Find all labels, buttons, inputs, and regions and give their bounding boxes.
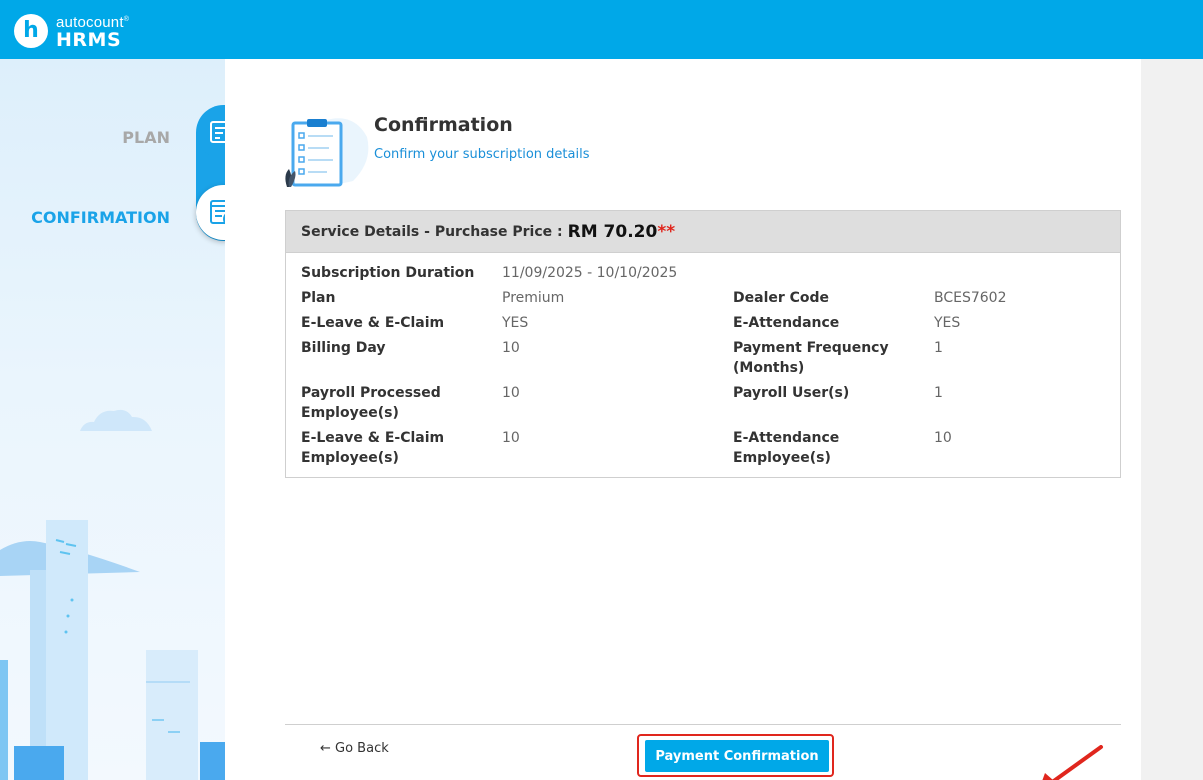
label-billing-day: Billing Day	[301, 340, 386, 356]
logo-name-bottom: HRMS	[56, 29, 122, 51]
label-eleave-employees-line2: Employee(s)	[301, 450, 399, 466]
purchase-price: RM 70.20	[567, 221, 658, 242]
red-pointer-arrow-icon	[1042, 745, 1103, 780]
label-eleave-eclaim: E-Leave & E-Claim	[301, 315, 445, 331]
value-dealer-code: BCES7602	[934, 290, 1007, 306]
value-eattendance-employees: 10	[934, 430, 952, 446]
main-panel: Confirmation Confirm your subscription d…	[225, 59, 1141, 780]
go-back-link[interactable]: ← Go Back	[320, 741, 389, 756]
label-payroll-employees-line1: Payroll Processed	[301, 385, 441, 401]
logo-h-icon: h	[14, 14, 48, 48]
label-payroll-users: Payroll User(s)	[733, 385, 850, 401]
value-eattendance: YES	[934, 315, 961, 331]
checklist-check-icon	[209, 199, 225, 225]
footer-divider	[285, 724, 1121, 725]
label-payment-frequency-line1: Payment Frequency	[733, 340, 889, 356]
logo-text: autocount® HRMS	[56, 12, 129, 50]
value-plan: Premium	[502, 290, 565, 306]
logo-trademark: ®	[123, 16, 130, 23]
payment-confirmation-button[interactable]: Payment Confirmation	[645, 740, 829, 772]
page-title: Confirmation	[374, 114, 513, 136]
step-label-confirmation: CONFIRMATION	[31, 208, 170, 227]
value-payment-frequency: 1	[934, 340, 943, 356]
cloud-decoration	[80, 409, 152, 431]
service-details-header: Service Details - Purchase Price : RM 70…	[286, 211, 1120, 253]
page-subtitle: Confirm your subscription details	[374, 147, 590, 162]
label-eattendance-employees-line1: E-Attendance	[733, 430, 840, 446]
clipboard-checklist-illustration	[285, 118, 369, 187]
label-payroll-employees-line2: Employee(s)	[301, 405, 399, 421]
label-subscription-duration: Subscription Duration	[301, 265, 475, 281]
label-eattendance: E-Attendance	[733, 315, 840, 331]
label-plan: Plan	[301, 290, 336, 306]
service-details-heading: Service Details - Purchase Price :	[301, 223, 563, 240]
value-eleave-employees: 10	[502, 430, 520, 446]
autocount-hrms-logo[interactable]: h autocount® HRMS	[14, 12, 129, 50]
step-label-plan[interactable]: PLAN	[122, 128, 170, 147]
city-skyline-illustration	[0, 520, 225, 780]
value-billing-day: 10	[502, 340, 520, 356]
price-footnote-marker: **	[657, 221, 676, 242]
edit-form-icon	[210, 121, 225, 143]
top-header: h autocount® HRMS	[0, 0, 1203, 59]
value-payroll-employees: 10	[502, 385, 520, 401]
label-eleave-employees-line1: E-Leave & E-Claim	[301, 430, 445, 446]
label-payment-frequency-line2: (Months)	[733, 360, 805, 376]
label-eattendance-employees-line2: Employee(s)	[733, 450, 831, 466]
value-subscription-duration: 11/09/2025 - 10/10/2025	[502, 265, 678, 281]
value-eleave-eclaim: YES	[502, 315, 529, 331]
stepper-sidebar: PLAN CONFIRMATION	[0, 59, 225, 780]
value-payroll-users: 1	[934, 385, 943, 401]
label-dealer-code: Dealer Code	[733, 290, 830, 306]
